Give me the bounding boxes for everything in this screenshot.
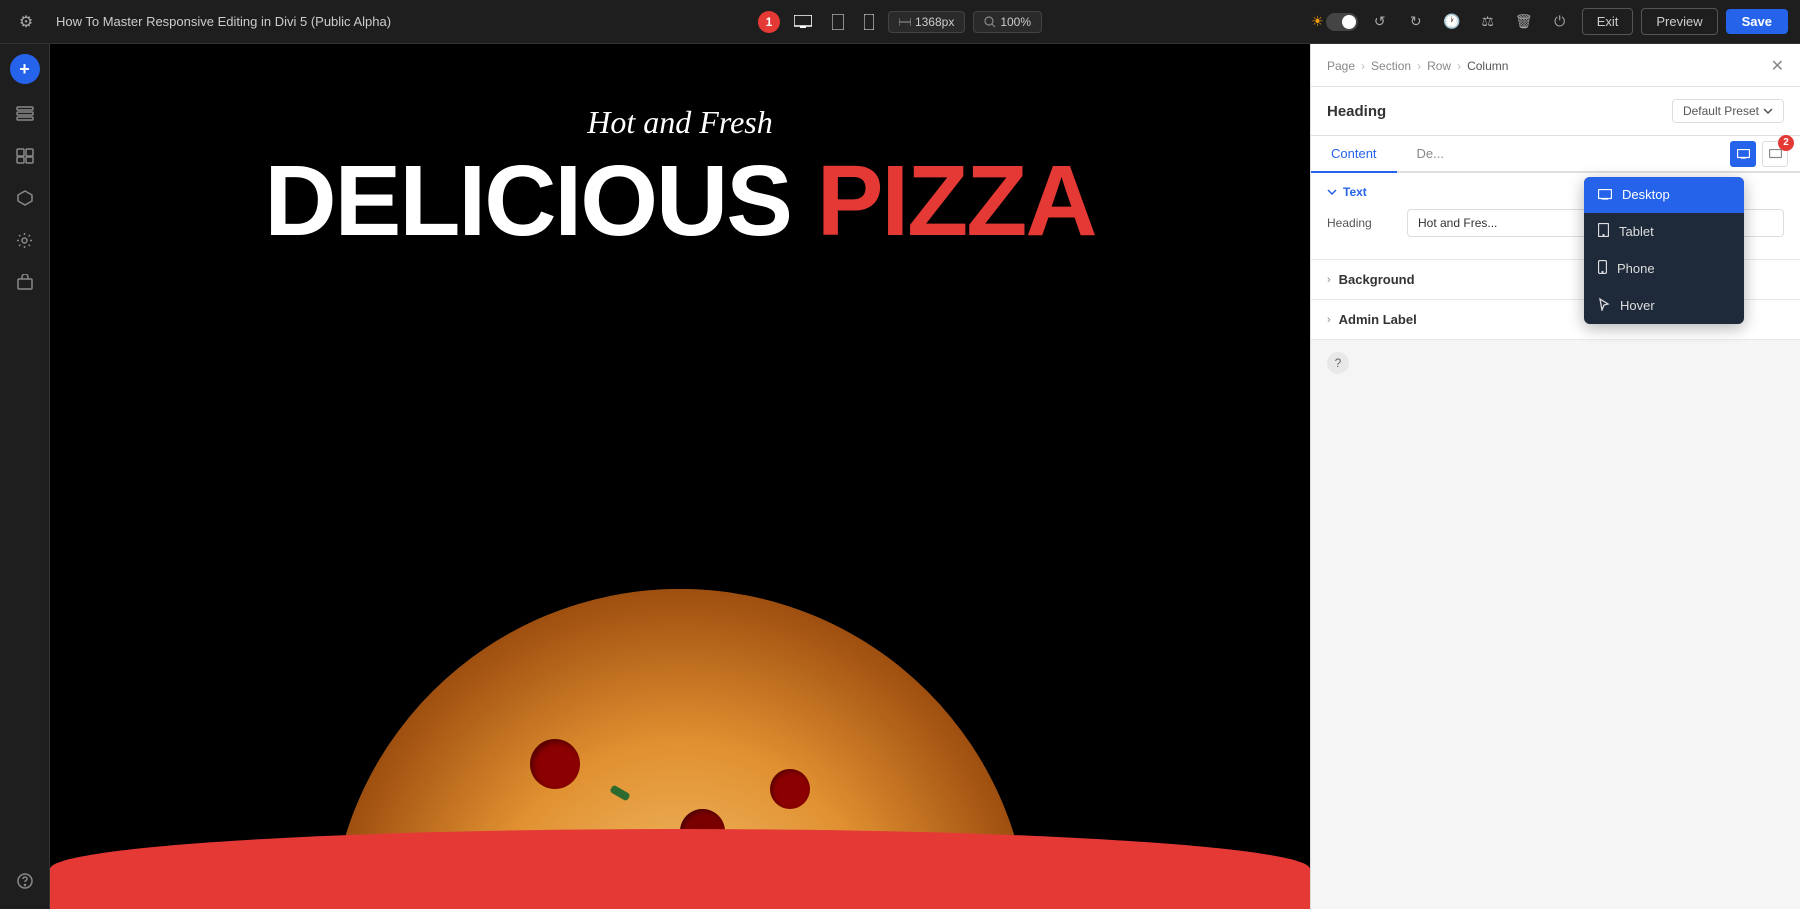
canvas-title-white: DELICIOUS bbox=[264, 145, 790, 257]
settings-side-button[interactable] bbox=[7, 222, 43, 258]
canvas-title: DELICIOUS PIZZA bbox=[50, 151, 1310, 251]
phone-device-btn[interactable] bbox=[858, 10, 880, 34]
pizza-banner: Hot and Fresh DELICIOUS PIZZA bbox=[50, 44, 1310, 909]
dd-item-hover[interactable]: Hover bbox=[1584, 287, 1744, 324]
zoom-display[interactable]: 100% bbox=[973, 11, 1042, 33]
panel-tabs: Content De... Desktop bbox=[1311, 136, 1800, 173]
extra-device-badge: 2 bbox=[1762, 141, 1788, 167]
settings-button[interactable]: ⚖ bbox=[1474, 8, 1502, 36]
breadcrumb-sep-1: › bbox=[1361, 59, 1365, 73]
phone-dd-icon bbox=[1598, 260, 1607, 277]
sections-button[interactable] bbox=[7, 138, 43, 174]
dd-item-tablet[interactable]: Tablet bbox=[1584, 213, 1744, 250]
sun-icon: ☀ bbox=[1311, 13, 1324, 30]
dd-desktop-label: Desktop bbox=[1622, 187, 1670, 202]
desktop-device-btn[interactable] bbox=[788, 11, 818, 33]
trash-button[interactable]: 🗑 bbox=[1510, 8, 1538, 36]
tab-desktop-btn[interactable] bbox=[1730, 141, 1756, 167]
toolbar-title: How To Master Responsive Editing in Divi… bbox=[56, 14, 1301, 29]
breadcrumb-sep-2: › bbox=[1417, 59, 1421, 73]
red-wave bbox=[50, 829, 1310, 909]
theme-toggle[interactable]: ☀ bbox=[1311, 13, 1358, 31]
panel-breadcrumb: Page › Section › Row › Column ✕ bbox=[1311, 44, 1800, 87]
right-panel: Page › Section › Row › Column ✕ Heading … bbox=[1310, 44, 1800, 909]
redo-button[interactable]: ↻ bbox=[1402, 8, 1430, 36]
breadcrumb-column: Column bbox=[1467, 59, 1508, 73]
breadcrumb-row[interactable]: Row bbox=[1427, 59, 1451, 73]
dd-hover-label: Hover bbox=[1620, 298, 1655, 313]
dd-item-phone[interactable]: Phone bbox=[1584, 250, 1744, 287]
badge-2: 2 bbox=[1778, 135, 1794, 151]
dd-phone-label: Phone bbox=[1617, 261, 1655, 276]
preset-label: Default Preset bbox=[1683, 104, 1759, 118]
breadcrumb-page[interactable]: Page bbox=[1327, 59, 1355, 73]
canvas-area: Hot and Fresh DELICIOUS PIZZA bbox=[50, 44, 1310, 909]
extensions-button[interactable] bbox=[7, 264, 43, 300]
heading-field-label: Heading bbox=[1327, 216, 1397, 230]
dd-item-desktop[interactable]: Desktop bbox=[1584, 177, 1744, 213]
help-circle[interactable]: ? bbox=[1327, 352, 1349, 374]
background-section-title: Background bbox=[1339, 272, 1415, 287]
canvas-subtitle: Hot and Fresh bbox=[50, 104, 1310, 141]
dark-mode-toggle[interactable] bbox=[1326, 13, 1358, 31]
breadcrumb-sep-3: › bbox=[1457, 59, 1461, 73]
panel-tab-right: Desktop Tablet Phone bbox=[1730, 136, 1800, 171]
pizza-text-area: Hot and Fresh DELICIOUS PIZZA bbox=[50, 104, 1310, 251]
history-button[interactable]: 🕐 bbox=[1438, 8, 1466, 36]
zoom-value: 100% bbox=[1000, 15, 1031, 29]
layers-button[interactable] bbox=[7, 96, 43, 132]
exit-button[interactable]: Exit bbox=[1582, 8, 1634, 35]
gear-button[interactable]: ⚙ bbox=[12, 8, 40, 36]
canvas-title-red: PIZZA bbox=[817, 145, 1096, 257]
breadcrumb-section[interactable]: Section bbox=[1371, 59, 1411, 73]
width-display[interactable]: 1368px bbox=[888, 11, 965, 33]
panel-header: Heading Default Preset bbox=[1311, 87, 1800, 136]
device-tab-wrapper: Desktop Tablet Phone bbox=[1730, 141, 1756, 167]
save-button[interactable]: Save bbox=[1726, 9, 1788, 34]
desktop-dd-icon bbox=[1598, 187, 1612, 203]
toolbar-right: ☀ ↺ ↻ 🕐 ⚖ 🗑 ⏻ Exit Preview Save bbox=[1311, 8, 1788, 36]
device-dropdown: Desktop Tablet Phone bbox=[1584, 177, 1744, 324]
panel-module-title: Heading bbox=[1327, 103, 1386, 120]
admin-label-section-title: Admin Label bbox=[1339, 312, 1417, 327]
toolbar-center: 1 1368px 100% bbox=[758, 10, 1042, 34]
preview-button[interactable]: Preview bbox=[1641, 8, 1717, 35]
topping-1 bbox=[530, 739, 580, 789]
topping-3 bbox=[770, 769, 810, 809]
hover-dd-icon bbox=[1598, 297, 1610, 314]
width-value: 1368px bbox=[915, 15, 954, 29]
tablet-dd-icon bbox=[1598, 223, 1609, 240]
left-sidebar: + bbox=[0, 44, 50, 909]
tab-design[interactable]: De... bbox=[1397, 136, 1464, 173]
preset-button[interactable]: Default Preset bbox=[1672, 99, 1784, 123]
tablet-device-btn[interactable] bbox=[826, 10, 850, 34]
modules-button[interactable] bbox=[7, 180, 43, 216]
power-button[interactable]: ⏻ bbox=[1546, 8, 1574, 36]
canvas-inner: Hot and Fresh DELICIOUS PIZZA bbox=[50, 44, 1310, 909]
dd-tablet-label: Tablet bbox=[1619, 224, 1654, 239]
undo-button[interactable]: ↺ bbox=[1366, 8, 1394, 36]
panel-close-button[interactable]: ✕ bbox=[1771, 56, 1784, 76]
add-content-button[interactable]: + bbox=[10, 54, 40, 84]
background-chevron: › bbox=[1327, 274, 1331, 286]
admin-label-chevron: › bbox=[1327, 314, 1331, 326]
toolbar: ⚙ How To Master Responsive Editing in Di… bbox=[0, 0, 1800, 44]
badge-1: 1 bbox=[758, 11, 780, 33]
help-side-button[interactable] bbox=[7, 863, 43, 899]
tab-content[interactable]: Content bbox=[1311, 136, 1397, 173]
